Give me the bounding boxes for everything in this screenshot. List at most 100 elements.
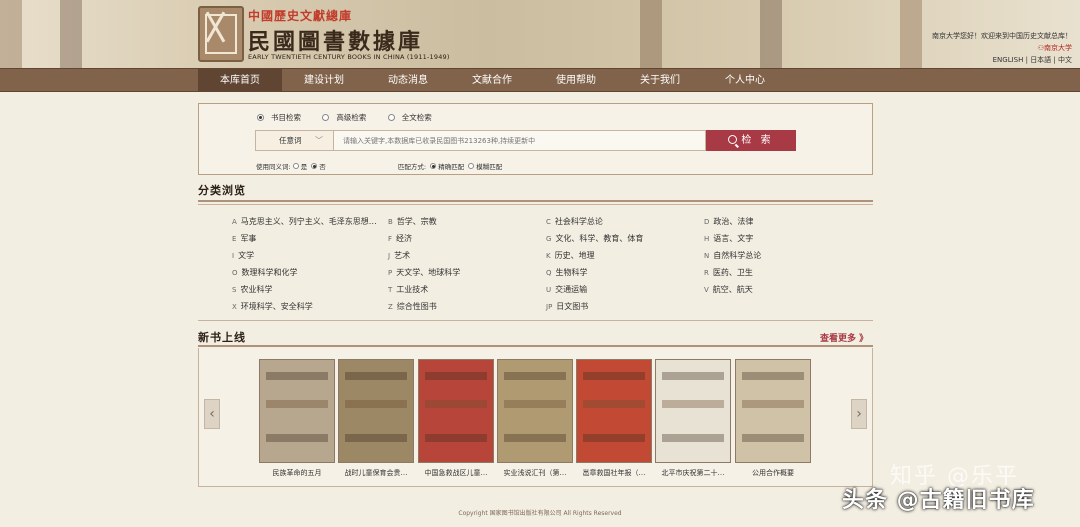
category-label: 交通运输: [555, 285, 588, 294]
search-input[interactable]: [334, 130, 706, 151]
nav-help[interactable]: 使用帮助: [534, 69, 618, 92]
category-label: 日文图书: [556, 302, 589, 311]
book-card[interactable]: 邕章救国社年报（…: [576, 359, 652, 477]
nav-user-center[interactable]: 个人中心: [703, 69, 787, 92]
view-more-link[interactable]: 查看更多 》: [820, 331, 868, 344]
category-label: 航空、航天: [712, 285, 753, 294]
synonym-yes-radio[interactable]: 是: [292, 161, 307, 171]
nav-plan[interactable]: 建设计划: [282, 69, 366, 92]
book-title[interactable]: 邕章救国社年报（…: [572, 468, 656, 478]
category-link[interactable]: C 社会科学总论: [546, 216, 603, 227]
category-label: 社会科学总论: [554, 217, 603, 226]
category-label: 马克思主义、列宁主义、毛泽东思想…: [240, 217, 377, 226]
category-link[interactable]: F 经济: [388, 233, 412, 244]
lang-japanese[interactable]: 日本語: [1030, 56, 1051, 64]
category-link[interactable]: U 交通运输: [546, 284, 587, 295]
new-books-title: 新书上线: [198, 331, 246, 344]
nav-about[interactable]: 关于我们: [618, 69, 702, 92]
book-card[interactable]: 战时儿童保育会贵…: [338, 359, 414, 477]
category-link[interactable]: R 医药、卫生: [704, 267, 753, 278]
book-title[interactable]: 公用合作概要: [731, 468, 815, 478]
nav-cooperation[interactable]: 文献合作: [450, 69, 534, 92]
category-link[interactable]: V 航空、航天: [704, 284, 753, 295]
category-link[interactable]: B 哲学、宗教: [388, 216, 437, 227]
mode-catalog-radio[interactable]: 书目检索: [257, 112, 301, 123]
category-code: G: [546, 235, 552, 243]
nav-news[interactable]: 动态消息: [366, 69, 450, 92]
category-label: 医药、卫生: [712, 268, 753, 277]
category-link[interactable]: E 军事: [232, 233, 256, 244]
book-title[interactable]: 北平市庆祝第二十…: [651, 468, 735, 478]
divider: [198, 200, 873, 202]
category-link[interactable]: A 马克思主义、列宁主义、毛泽东思想…: [232, 216, 377, 227]
category-code: P: [388, 269, 393, 277]
search-button[interactable]: 检 索: [706, 130, 796, 151]
lang-english[interactable]: ENGLISH: [993, 56, 1024, 64]
category-link[interactable]: J 艺术: [388, 250, 410, 261]
category-label: 天文学、地球科学: [396, 268, 461, 277]
book-cover: [735, 359, 811, 463]
search-field-select[interactable]: 任意词 ﹀: [255, 130, 334, 151]
book-card[interactable]: 民族革命的五月: [259, 359, 335, 477]
user-link[interactable]: ⚇南京大学: [1038, 43, 1072, 53]
category-label: 文学: [238, 251, 255, 260]
category-link[interactable]: Q 生物科学: [546, 267, 588, 278]
category-label: 历史、地理: [554, 251, 595, 260]
category-link[interactable]: I 文学: [232, 250, 254, 261]
category-link[interactable]: P 天文学、地球科学: [388, 267, 460, 278]
book-card[interactable]: 北平市庆祝第二十…: [655, 359, 731, 477]
book-cover: [576, 359, 652, 463]
category-label: 工业技术: [396, 285, 429, 294]
category-link[interactable]: T 工业技术: [388, 284, 428, 295]
category-link[interactable]: G 文化、科学、教育、体育: [546, 233, 643, 244]
book-title[interactable]: 战时儿童保育会贵…: [334, 468, 418, 478]
bookshelf-decoration: [900, 0, 922, 68]
category-link[interactable]: H 语言、文字: [704, 233, 753, 244]
category-code: E: [232, 235, 237, 243]
lang-chinese[interactable]: 中文: [1058, 56, 1072, 64]
match-exact-radio[interactable]: 精确匹配: [430, 161, 464, 171]
category-link[interactable]: Z 综合性图书: [388, 301, 437, 312]
category-link[interactable]: D 政治、法律: [704, 216, 753, 227]
categories-title: 分类浏览: [198, 184, 246, 197]
category-code: Q: [546, 269, 552, 277]
category-link[interactable]: JP 日文图书: [546, 301, 588, 312]
site-header: 中國歷史文獻總庫 民國圖書數據庫 EARLY TWENTIETH CENTURY…: [0, 0, 1080, 68]
search-mode-group: 书目检索 高级检索 全文检索: [257, 112, 451, 123]
mode-fulltext-radio[interactable]: 全文检索: [387, 112, 432, 123]
book-title[interactable]: 民族革命的五月: [255, 468, 339, 478]
match-fuzzy-radio[interactable]: 模糊匹配: [468, 161, 502, 171]
nav-home[interactable]: 本库首页: [198, 69, 282, 92]
category-code: D: [704, 218, 710, 226]
carousel-next-button[interactable]: ›: [851, 399, 867, 429]
main-nav: 本库首页 建设计划 动态消息 文献合作 使用帮助 关于我们 个人中心: [0, 68, 1080, 92]
book-title[interactable]: 中国急救战区儿童…: [414, 468, 498, 478]
carousel-prev-button[interactable]: ‹: [204, 399, 220, 429]
bookshelf-decoration: [640, 0, 662, 68]
site-logo[interactable]: [198, 6, 244, 62]
mode-advanced-radio[interactable]: 高级检索: [322, 112, 366, 123]
synonym-label: 使用同义词:: [256, 163, 291, 171]
book-cover: [338, 359, 414, 463]
site-title: 民國圖書數據庫: [248, 29, 424, 55]
category-link[interactable]: O 数理科学和化学: [232, 267, 298, 278]
category-code: A: [232, 218, 237, 226]
divider: [198, 345, 873, 347]
category-link[interactable]: N 自然科学总论: [704, 250, 761, 261]
category-link[interactable]: K 历史、地理: [546, 250, 595, 261]
category-label: 数理科学和化学: [241, 268, 298, 277]
bookshelf-decoration: [760, 0, 782, 68]
book-title[interactable]: 实业浅说汇刊（第…: [493, 468, 577, 478]
book-card[interactable]: 公用合作概要: [735, 359, 811, 477]
book-cover: [259, 359, 335, 463]
category-link[interactable]: S 农业科学: [232, 284, 272, 295]
book-card[interactable]: 实业浅说汇刊（第…: [497, 359, 573, 477]
chevron-down-icon: ﹀: [315, 136, 323, 145]
book-card[interactable]: 中国急救战区儿童…: [418, 359, 494, 477]
category-label: 文化、科学、教育、体育: [555, 234, 644, 243]
divider: [198, 320, 873, 321]
category-link[interactable]: X 环境科学、安全科学: [232, 301, 313, 312]
book-cover: [418, 359, 494, 463]
category-code: O: [232, 269, 238, 277]
synonym-no-radio[interactable]: 否: [311, 161, 326, 171]
